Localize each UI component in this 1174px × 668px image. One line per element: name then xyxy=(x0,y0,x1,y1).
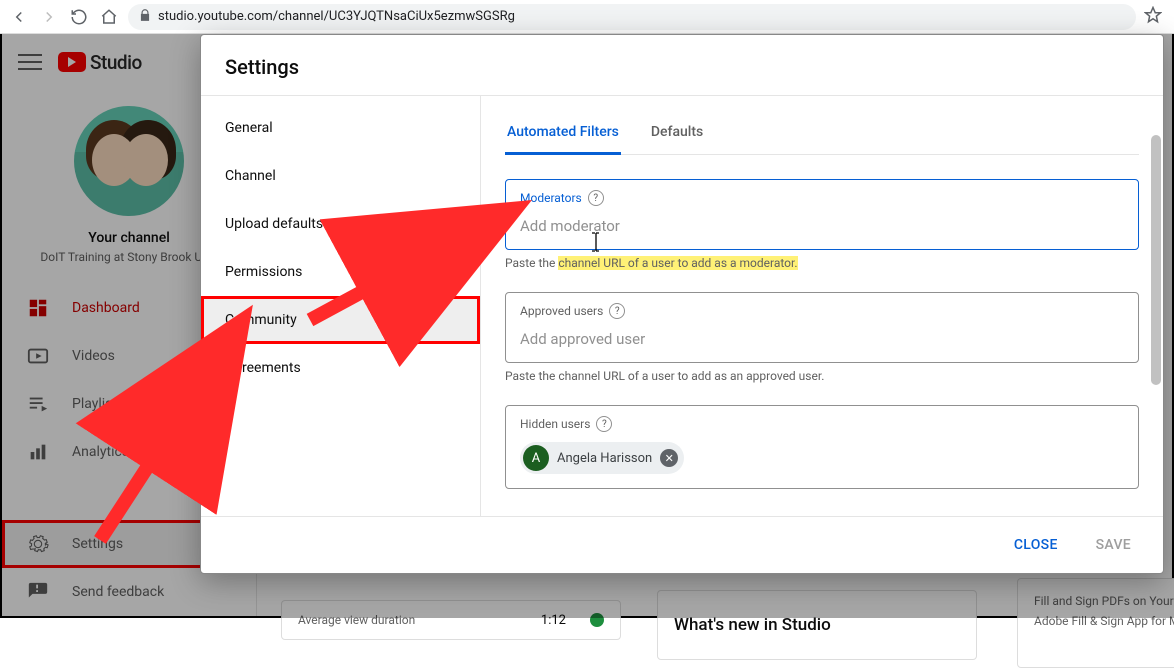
forward-button[interactable] xyxy=(38,6,60,28)
help-icon[interactable]: ? xyxy=(588,190,604,206)
approved-users-field[interactable]: Approved users ? xyxy=(505,292,1139,363)
tab-defaults[interactable]: Defaults xyxy=(649,112,705,154)
settings-footer: CLOSE SAVE xyxy=(201,516,1163,573)
moderators-label: Moderators xyxy=(520,191,582,205)
browser-toolbar: studio.youtube.com/channel/UC3YJQTNsaCiU… xyxy=(0,0,1174,34)
moderators-hint-highlight: channel URL of a user to add as a modera… xyxy=(558,256,797,270)
address-bar[interactable]: studio.youtube.com/channel/UC3YJQTNsaCiU… xyxy=(128,4,1136,30)
approved-users-label: Approved users xyxy=(520,304,603,318)
help-icon[interactable]: ? xyxy=(609,303,625,319)
settings-sidebar: General Channel Upload defaults Permissi… xyxy=(201,96,481,516)
settings-item-general[interactable]: General xyxy=(201,104,480,152)
lock-icon xyxy=(138,8,152,26)
moderators-field[interactable]: Moderators ? xyxy=(505,179,1139,250)
hidden-users-field[interactable]: Hidden users ? A Angela Harisson ✕ xyxy=(505,405,1139,489)
whats-new-title: What's new in Studio xyxy=(674,615,831,635)
settings-item-agreements[interactable]: Agreements xyxy=(201,344,480,392)
home-button[interactable] xyxy=(98,6,120,28)
approved-users-input[interactable] xyxy=(520,330,1124,348)
settings-item-community[interactable]: Community xyxy=(201,296,480,344)
tab-automated-filters[interactable]: Automated Filters xyxy=(505,112,621,155)
reload-button[interactable] xyxy=(68,6,90,28)
settings-content: Automated Filters Defaults Moderators ? … xyxy=(481,96,1163,516)
back-button[interactable] xyxy=(8,6,30,28)
settings-item-upload-defaults[interactable]: Upload defaults xyxy=(201,200,480,248)
settings-item-channel[interactable]: Channel xyxy=(201,152,480,200)
chip-name: Angela Harisson xyxy=(557,451,652,466)
moderators-input[interactable] xyxy=(520,217,1124,235)
community-tabs: Automated Filters Defaults xyxy=(505,112,1139,155)
chip-avatar: A xyxy=(523,445,549,471)
hidden-user-chip: A Angela Harisson ✕ xyxy=(520,442,684,474)
settings-title: Settings xyxy=(201,35,1163,95)
settings-dialog: Settings General Channel Upload defaults… xyxy=(200,34,1164,574)
help-icon[interactable]: ? xyxy=(596,416,612,432)
save-button[interactable]: SAVE xyxy=(1086,531,1141,559)
scrollbar-thumb[interactable] xyxy=(1151,135,1161,385)
url-text: studio.youtube.com/channel/UC3YJQTNsaCiU… xyxy=(158,9,515,24)
hidden-users-label: Hidden users xyxy=(520,417,590,431)
close-button[interactable]: CLOSE xyxy=(1004,531,1068,559)
moderators-hint: Paste the channel URL of a user to add a… xyxy=(505,256,1139,270)
chip-remove-icon[interactable]: ✕ xyxy=(660,449,678,467)
approved-users-hint: Paste the channel URL of a user to add a… xyxy=(505,369,1139,383)
settings-item-permissions[interactable]: Permissions xyxy=(201,248,480,296)
bookmark-star-icon[interactable] xyxy=(1144,6,1162,28)
